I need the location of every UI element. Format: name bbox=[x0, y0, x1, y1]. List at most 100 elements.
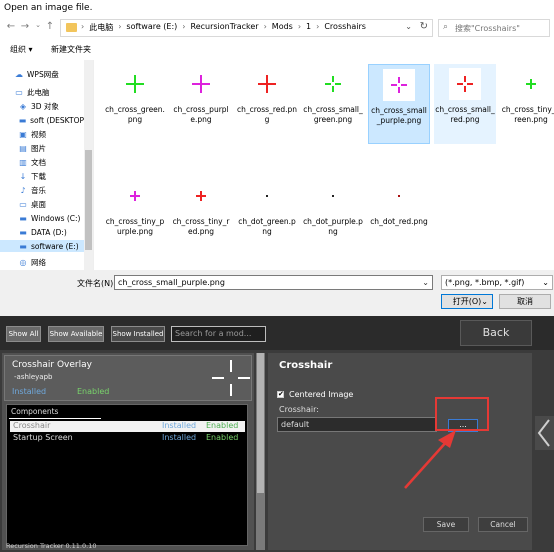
scrollbar-thumb[interactable] bbox=[257, 353, 264, 493]
breadcrumb-item[interactable]: 此电脑 bbox=[86, 22, 116, 33]
filetype-select[interactable]: (*.png, *.bmp, *.gif) ⌄ bbox=[441, 275, 553, 290]
file-item[interactable]: ch_dot_green.png bbox=[236, 176, 298, 236]
file-name: ch_cross_small_green.png bbox=[303, 105, 363, 124]
file-item[interactable]: ch_dot_purple.png bbox=[302, 176, 364, 236]
mod-search-input[interactable]: Search for a mod... bbox=[171, 326, 266, 342]
crosshair-path-input[interactable]: default bbox=[277, 417, 437, 432]
up-arrow-icon[interactable]: ↑ bbox=[43, 21, 57, 32]
sidebar-item-label: software (E:) bbox=[31, 241, 79, 251]
dialog-title: Open an image file. bbox=[4, 3, 93, 13]
sidebar-item[interactable]: ↓ 下载 bbox=[0, 170, 84, 182]
sidebar-item[interactable]: ♪ 音乐 bbox=[0, 184, 84, 196]
cancel-button[interactable]: Cancel bbox=[478, 517, 528, 532]
components-list: Components Crosshair Installed Enabled S… bbox=[6, 404, 248, 546]
crosshair-thumbnail-icon bbox=[317, 68, 349, 100]
component-installed: Installed bbox=[162, 433, 197, 442]
search-icon: ⌕ bbox=[443, 22, 449, 32]
chevron-down-icon[interactable]: ⌄ bbox=[422, 276, 429, 289]
chevron-down-icon[interactable]: ⌄ bbox=[405, 22, 412, 31]
sidebar-item-label: 桌面 bbox=[31, 199, 46, 209]
save-button[interactable]: Save bbox=[423, 517, 469, 532]
forward-arrow-icon[interactable]: → bbox=[18, 21, 32, 32]
breadcrumb-item[interactable]: Crosshairs bbox=[321, 22, 369, 33]
back-button[interactable]: Back bbox=[460, 320, 532, 346]
mod-card[interactable]: Crosshair Overlay -ashleyapb Installed E… bbox=[4, 355, 252, 401]
search-input[interactable] bbox=[455, 21, 547, 35]
file-name: ch_cross_purple.png bbox=[173, 105, 229, 124]
cancel-button[interactable]: 取消 bbox=[499, 294, 551, 309]
search-box[interactable]: ⌕ bbox=[438, 19, 550, 37]
centered-image-checkbox[interactable]: ✔ bbox=[277, 390, 284, 398]
filetype-value: (*.png, *.bmp, *.gif) bbox=[445, 278, 525, 287]
crosshair-thumbnail-icon bbox=[185, 68, 217, 100]
sidebar-item[interactable]: ▬ software (E:) bbox=[0, 240, 84, 252]
file-item[interactable]: ch_cross_green.png bbox=[104, 64, 166, 144]
sidebar-item[interactable]: ▤ 图片 bbox=[0, 142, 84, 154]
breadcrumb-item[interactable]: 1 bbox=[303, 22, 314, 33]
dialog-toolbar: 组织 ▾ 新建文件夹 bbox=[0, 40, 554, 58]
crosshair-thumbnail-icon bbox=[185, 180, 217, 212]
file-item[interactable]: ch_cross_tiny_green.png bbox=[500, 64, 554, 144]
navigation-pane: ☁ WPS网盘 ▭ 此电脑 ◈ 3D 对象 ▬ soft (DESKTOP ▣ 视频 ▤ 图片 ▥ 文档 ↓… bbox=[0, 60, 94, 270]
chevron-left-icon[interactable] bbox=[535, 416, 554, 450]
file-name: ch_cross_tiny_green.png bbox=[501, 105, 554, 124]
tab-show-installed[interactable]: Show Installed bbox=[111, 326, 165, 342]
download-icon: ↓ bbox=[19, 171, 27, 181]
sidebar-item-label: DATA (D:) bbox=[31, 227, 67, 237]
filename-input[interactable]: ch_cross_small_purple.png ⌄ bbox=[114, 275, 433, 290]
component-row[interactable]: Crosshair Installed Enabled bbox=[10, 421, 245, 432]
file-name: ch_cross_green.png bbox=[105, 105, 165, 124]
sidebar-item-label: 图片 bbox=[31, 143, 46, 153]
file-item[interactable]: ch_cross_red.png bbox=[236, 64, 298, 144]
dialog-footer: 文件名(N): ch_cross_small_purple.png ⌄ (*.p… bbox=[0, 270, 554, 316]
organize-button[interactable]: 组织 ▾ bbox=[10, 44, 33, 55]
sidebar-item-label: 3D 对象 bbox=[31, 101, 59, 111]
mod-enabled-status: Enabled bbox=[77, 387, 110, 396]
mod-manager: Show All Show Available Show Installed S… bbox=[0, 316, 554, 552]
file-name: ch_dot_green.png bbox=[238, 217, 296, 236]
crosshair-thumbnail-icon bbox=[383, 180, 415, 212]
sidebar-item[interactable]: ▥ 文档 bbox=[0, 156, 84, 168]
open-button[interactable]: 打开(O) ⌄ bbox=[441, 294, 493, 309]
open-file-dialog: Open an image file. ← → ⌄ ↑ › 此电脑 › soft… bbox=[0, 0, 554, 316]
refresh-icon[interactable]: ↻ bbox=[420, 21, 428, 32]
components-divider bbox=[9, 418, 101, 419]
sidebar-item[interactable]: ▭ 桌面 bbox=[0, 198, 84, 210]
breadcrumb-item[interactable]: software (E:) bbox=[123, 22, 180, 33]
sidebar-item[interactable]: ▭ 此电脑 bbox=[0, 86, 84, 98]
sidebar-item[interactable]: ▬ soft (DESKTOP bbox=[0, 114, 84, 126]
file-item[interactable]: ch_cross_tiny_purple.png bbox=[104, 176, 166, 236]
sidebar-item[interactable]: ▬ Windows (C:) bbox=[0, 212, 84, 224]
tab-show-available[interactable]: Show Available bbox=[48, 326, 104, 342]
sidebar-item[interactable]: ◎ 网络 bbox=[0, 256, 84, 268]
file-item[interactable]: ch_cross_small_red.png bbox=[434, 64, 496, 144]
mod-list-scrollbar[interactable] bbox=[256, 353, 265, 550]
sidebar-scrollbar[interactable] bbox=[84, 60, 93, 270]
component-row[interactable]: Startup Screen Installed Enabled bbox=[10, 433, 245, 444]
breadcrumb-item[interactable]: RecursionTracker bbox=[188, 22, 262, 33]
tab-show-all[interactable]: Show All bbox=[6, 326, 41, 342]
back-arrow-icon[interactable]: ← bbox=[4, 21, 18, 32]
chevron-right-icon: › bbox=[263, 22, 267, 31]
sidebar-item[interactable]: ◈ 3D 对象 bbox=[0, 100, 84, 112]
file-item[interactable]: ch_cross_small_green.png bbox=[302, 64, 364, 144]
file-item[interactable]: ch_cross_tiny_red.png bbox=[170, 176, 232, 236]
file-item[interactable]: ch_cross_purple.png bbox=[170, 64, 232, 144]
document-icon: ▥ bbox=[19, 157, 27, 167]
sidebar-item[interactable]: ☁ WPS网盘 bbox=[0, 68, 84, 80]
file-item[interactable]: ch_cross_small_purple.png bbox=[368, 64, 430, 144]
breadcrumb-item[interactable]: Mods bbox=[269, 22, 296, 33]
crosshair-thumbnail-icon bbox=[317, 180, 349, 212]
browse-button[interactable]: ... bbox=[448, 419, 478, 432]
drive-icon: ▬ bbox=[19, 241, 27, 251]
scrollbar-thumb[interactable] bbox=[85, 150, 92, 250]
address-bar[interactable]: › 此电脑 › software (E:) › RecursionTracker… bbox=[60, 19, 433, 37]
sidebar-item[interactable]: ▬ DATA (D:) bbox=[0, 226, 84, 238]
chevron-right-icon: › bbox=[297, 22, 302, 31]
sidebar-item[interactable]: ▣ 视频 bbox=[0, 128, 84, 140]
sidebar-item-label: soft (DESKTOP bbox=[30, 115, 84, 125]
new-folder-button[interactable]: 新建文件夹 bbox=[51, 44, 91, 55]
sidebar-item-label: Windows (C:) bbox=[31, 213, 81, 223]
file-item[interactable]: ch_dot_red.png bbox=[368, 176, 430, 236]
address-row: ← → ⌄ ↑ › 此电脑 › software (E:) › Recursio… bbox=[0, 17, 554, 39]
